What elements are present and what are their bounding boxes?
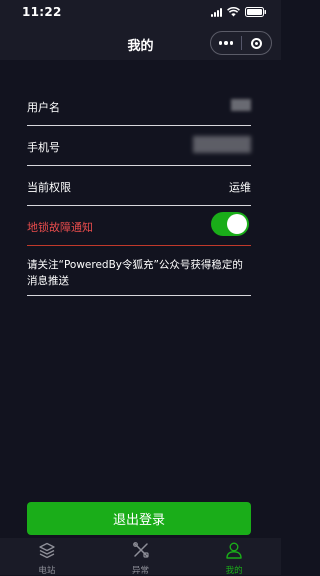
- status-icons: [211, 7, 267, 17]
- phone-value-redacted: [193, 136, 251, 153]
- tab-mine[interactable]: 我的: [187, 538, 281, 576]
- tools-icon: [132, 542, 150, 563]
- permission-value: 运维: [229, 181, 251, 194]
- status-time: 11:22: [22, 5, 62, 19]
- phone-label: 手机号: [27, 141, 60, 154]
- username-label: 用户名: [27, 101, 60, 114]
- phone-row: 手机号: [27, 126, 251, 166]
- notify-toggle[interactable]: [211, 212, 249, 236]
- username-row: 用户名: [27, 86, 251, 126]
- tab-abnormal-label: 异常: [132, 566, 150, 576]
- toggle-knob: [227, 214, 247, 234]
- username-value-redacted: [231, 99, 251, 111]
- logout-button[interactable]: 退出登录: [27, 502, 251, 535]
- nav-bar: 我的: [0, 26, 281, 60]
- tab-abnormal[interactable]: 异常: [94, 538, 188, 576]
- notify-label: 地锁故障通知: [27, 221, 93, 234]
- layers-icon: [38, 542, 56, 563]
- battery-icon: [245, 7, 267, 17]
- tab-bar: 电站 异常 我的: [0, 538, 281, 576]
- status-bar: 11:22: [0, 0, 281, 26]
- tab-station-label: 电站: [38, 566, 56, 576]
- tab-station[interactable]: 电站: [0, 538, 94, 576]
- notice-text: 请关注“PoweredBy令狐充”公众号获得稳定的消息推送: [27, 257, 251, 296]
- wifi-icon: [227, 7, 240, 17]
- user-icon: [225, 542, 243, 563]
- more-icon[interactable]: [211, 41, 241, 45]
- permission-row: 当前权限 运维: [27, 166, 251, 206]
- signal-icon: [211, 7, 222, 17]
- permission-label: 当前权限: [27, 181, 71, 194]
- tab-mine-label: 我的: [225, 566, 243, 576]
- close-miniprogram-icon[interactable]: [242, 37, 272, 49]
- notify-row: 地锁故障通知: [27, 206, 251, 246]
- mini-program-capsule: [210, 31, 272, 55]
